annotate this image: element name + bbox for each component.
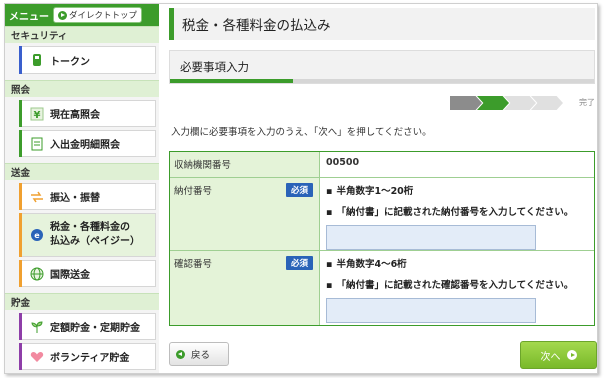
confirm-number-cell: 半角数字4～6桁 「納付書」に記載された確認番号を入力してください。 <box>320 251 594 325</box>
form-row-institution: 収納機関番号 00500 <box>170 152 594 178</box>
payment-number-label: 納付番号 <box>174 186 213 197</box>
arrow-right-icon <box>58 10 67 20</box>
confirm-number-label-cell: 確認番号 必須 <box>170 251 320 325</box>
sidebar-item-label: 現在高照会 <box>50 110 100 121</box>
step-progress-fill <box>170 79 293 83</box>
form-row-payment-number: 納付番号 必須 半角数字1～20桁 「納付書」に記載された納付番号を入力してくだ… <box>170 178 594 251</box>
step-panel: 必要事項入力 <box>169 50 595 84</box>
step-progress-bar <box>170 79 594 83</box>
menu-bar: メニュー ダイレクトトップ <box>5 4 159 26</box>
sidebar-item-statement[interactable]: 入出金明細照会 <box>19 130 156 157</box>
back-button-label: 戻る <box>191 350 211 361</box>
sidebar-item-volunteer-savings[interactable]: ボランティア貯金 <box>19 343 156 370</box>
institution-number-value: 00500 <box>320 152 594 177</box>
arrow-left-icon <box>176 349 185 359</box>
institution-number-label: 収納機関番号 <box>170 152 320 177</box>
confirm-hint-instruction: 「納付書」に記載された確認番号を入力してください。 <box>326 277 588 291</box>
step-indicator: 完了 <box>450 96 595 110</box>
tax-label-line1: 税金・各種料金の <box>50 222 130 233</box>
sidebar-item-label: 入出金明細照会 <box>50 140 120 151</box>
required-badge: 必須 <box>285 183 313 197</box>
step-title: 必要事項入力 <box>180 60 249 74</box>
heart-icon <box>30 350 44 364</box>
direct-top-label: ダイレクトトップ <box>69 11 138 21</box>
sidebar-item-label: 税金・各種料金の 払込み（ペイジー） <box>50 221 140 249</box>
next-button-label: 次へ <box>540 351 561 363</box>
yen-icon: ¥ <box>30 107 44 121</box>
sidebar-item-token[interactable]: トークン <box>19 46 156 74</box>
tax-label-line2: 払込み（ペイジー） <box>50 236 140 247</box>
sidebar-item-transfer[interactable]: 振込・振替 <box>19 183 156 210</box>
sidebar-item-fixed-savings[interactable]: 定額貯金・定期貯金 <box>19 313 156 340</box>
step-complete-label: 完了 <box>579 98 595 107</box>
instruction-text: 入力欄に必要事項を入力のうえ、「次へ」を押してください。 <box>171 127 432 138</box>
back-button[interactable]: 戻る <box>169 342 229 366</box>
sidebar-item-international[interactable]: 国際送金 <box>19 260 156 287</box>
confirm-number-label: 確認番号 <box>174 259 213 270</box>
document-icon <box>30 137 44 151</box>
next-button[interactable]: 次へ <box>520 341 597 369</box>
svg-text:¥: ¥ <box>34 110 41 121</box>
payment-number-label-cell: 納付番号 必須 <box>170 178 320 250</box>
section-security: セキュリティ <box>5 26 159 43</box>
sidebar-item-label: 国際送金 <box>50 270 90 281</box>
section-remittance: 送金 <box>5 163 159 180</box>
payment-number-cell: 半角数字1～20桁 「納付書」に記載された納付番号を入力してください。 <box>320 178 594 250</box>
required-badge: 必須 <box>285 256 313 270</box>
confirm-number-input[interactable] <box>326 298 536 323</box>
arrow-right-icon <box>566 350 577 360</box>
sidebar-item-label: 定額貯金・定期貯金 <box>50 323 140 334</box>
main-content: 税金・各種料金の払込み 必要事項入力 完了 入力欄に必要事項を入力のうえ、「次へ… <box>165 4 597 373</box>
sidebar-item-label: トークン <box>50 56 90 68</box>
payment-hint-instruction: 「納付書」に記載された納付番号を入力してください。 <box>326 204 588 218</box>
payment-number-input[interactable] <box>326 225 536 250</box>
payment-hint-digits: 半角数字1～20桁 <box>326 183 588 197</box>
sidebar-item-label: 振込・振替 <box>50 193 100 204</box>
section-savings: 貯金 <box>5 293 159 310</box>
transfer-icon <box>30 190 44 204</box>
step-chevron-done <box>450 96 482 110</box>
sidebar-item-label: ボランティア貯金 <box>50 353 130 364</box>
token-icon <box>30 53 44 67</box>
svg-text:e: e <box>34 231 40 240</box>
browser-frame: メニュー ダイレクトトップ セキュリティ トークン 照会 ¥ 現在高照会 入出金… <box>4 3 598 374</box>
sidebar-item-balance[interactable]: ¥ 現在高照会 <box>19 100 156 127</box>
direct-top-link[interactable]: ダイレクトトップ <box>53 7 143 23</box>
payeasy-icon: e <box>30 228 44 242</box>
sidebar: メニュー ダイレクトトップ セキュリティ トークン 照会 ¥ 現在高照会 入出金… <box>5 4 159 373</box>
sidebar-item-tax-payment[interactable]: e 税金・各種料金の 払込み（ペイジー） <box>19 213 156 257</box>
page-header: 税金・各種料金の払込み <box>169 8 595 40</box>
sprout-icon <box>30 320 44 334</box>
form-row-confirm-number: 確認番号 必須 半角数字4～6桁 「納付書」に記載された確認番号を入力してくださ… <box>170 251 594 325</box>
menu-title: メニュー <box>9 11 49 23</box>
globe-icon <box>30 267 44 281</box>
confirm-hint-digits: 半角数字4～6桁 <box>326 256 588 270</box>
payment-form: 収納機関番号 00500 納付番号 必須 半角数字1～20桁 「納付書」に記載さ… <box>169 151 595 326</box>
page-title: 税金・各種料金の払込み <box>182 18 331 34</box>
section-inquiry: 照会 <box>5 80 159 97</box>
